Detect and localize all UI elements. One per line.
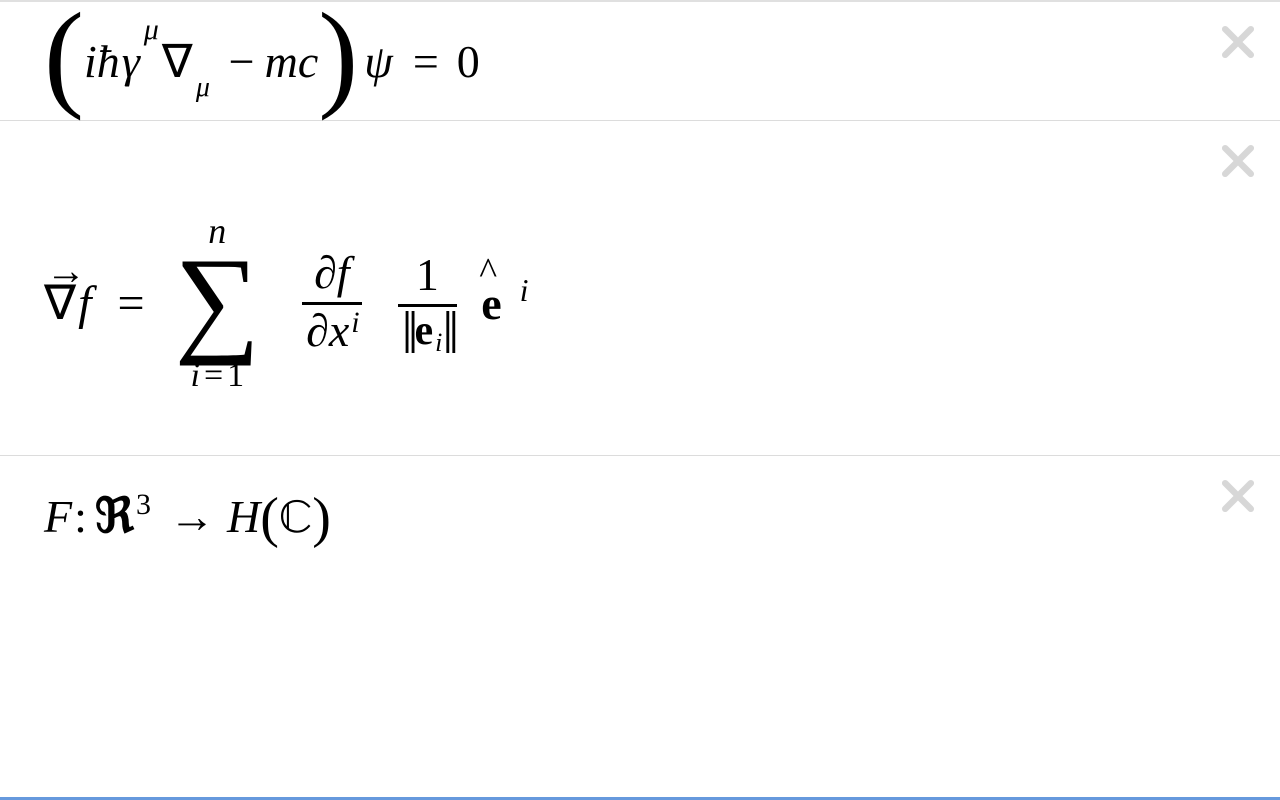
norm-right: ‖ [442, 315, 453, 351]
hat-icon: ^ [479, 250, 497, 294]
var-i: i [84, 35, 97, 88]
op-equals: = [413, 35, 439, 88]
op-partial: ∂ [306, 305, 329, 356]
var-c: c [298, 35, 318, 88]
op-equals: = [117, 276, 144, 331]
var-psi: ψ [364, 35, 393, 88]
equation-content: → ∇ f = n ∑ i=1 ∂f ∂xi [44, 213, 1240, 393]
subscript-i: i [435, 329, 442, 356]
op-nabla: ∇ [162, 36, 193, 87]
num-zero: 0 [457, 35, 480, 88]
op-colon: : [74, 490, 87, 543]
equation-row[interactable]: ( iħ γ μ ∇ μ − mc ) ψ = 0 [0, 2, 1280, 121]
var-f: f [337, 247, 350, 298]
var-x: x [329, 305, 349, 356]
close-icon[interactable] [1216, 20, 1260, 64]
const-hbar: ħ [97, 35, 120, 88]
fraction-norm: 1 ‖ ei ‖ [398, 251, 458, 354]
close-icon[interactable] [1216, 139, 1260, 183]
op-maps-to: → [169, 490, 215, 543]
sigma-icon: ∑ [175, 255, 261, 345]
set-R-fraktur: ℜ [95, 488, 134, 545]
superscript-mu: μ [144, 13, 159, 47]
equation-content: F : ℜ 3 → H ( ℂ ) [44, 488, 1240, 550]
unit-vector-e: ^ e i [479, 276, 524, 331]
num-one: 1 [412, 251, 443, 301]
var-F: F [44, 490, 72, 543]
equation-row[interactable]: F : ℜ 3 → H ( ℂ ) [0, 456, 1280, 582]
op-partial: ∂ [314, 247, 337, 298]
equation-list: ( iħ γ μ ∇ μ − mc ) ψ = 0 [0, 0, 1280, 800]
sum-lower: i=1 [190, 359, 244, 393]
op-minus: − [229, 35, 255, 88]
subscript-mu: μ [196, 72, 210, 104]
var-H: H [227, 490, 260, 543]
var-gamma: γ [122, 36, 140, 87]
fraction-partial: ∂f ∂xi [302, 249, 362, 357]
close-icon[interactable] [1216, 474, 1260, 518]
equation-row[interactable]: → ∇ f = n ∑ i=1 ∂f ∂xi [0, 121, 1280, 456]
equation-content: ( iħ γ μ ∇ μ − mc ) ψ = 0 [44, 34, 1240, 88]
superscript-i: i [520, 272, 529, 308]
superscript-i: i [351, 306, 359, 339]
set-C-blackboard: ℂ [279, 490, 312, 550]
norm-left: ‖ [402, 315, 413, 351]
summation: n ∑ i=1 [175, 213, 261, 393]
vector-arrow-icon: → [46, 247, 86, 294]
var-m: m [265, 35, 298, 88]
vec-e: e [414, 309, 433, 353]
superscript-3: 3 [136, 488, 151, 522]
